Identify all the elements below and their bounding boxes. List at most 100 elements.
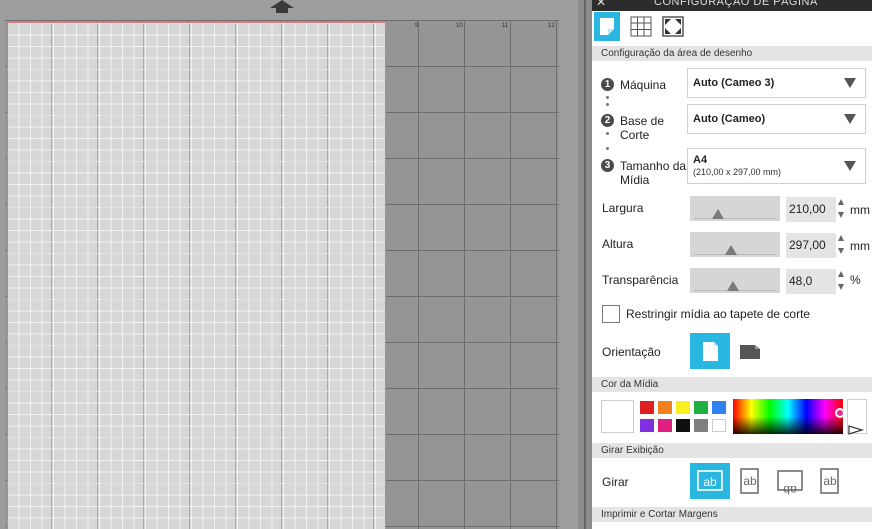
slider-track: [694, 218, 776, 219]
height-label: Altura: [602, 237, 634, 251]
slider-handle[interactable]: [727, 281, 739, 291]
section-rotate-view: Girar Exibição: [592, 443, 872, 458]
transparency-unit: %: [850, 273, 861, 287]
color-spectrum-picker[interactable]: [733, 399, 845, 434]
step-connector: [606, 96, 609, 99]
brightness-slider[interactable]: [847, 399, 867, 435]
rotate-270-button[interactable]: ab: [810, 463, 850, 499]
decrement-icon[interactable]: [838, 212, 844, 218]
restrict-media-checkbox[interactable]: [602, 305, 620, 323]
step-connector: [606, 132, 609, 135]
color-swatch[interactable]: [676, 401, 690, 414]
slider-handle[interactable]: [725, 245, 737, 255]
transparency-stepper[interactable]: [837, 269, 847, 294]
color-picker-handle[interactable]: [835, 408, 845, 418]
cutting-mat-label-line1: Base de: [620, 114, 665, 128]
height-unit: mm: [850, 239, 870, 253]
height-slider[interactable]: [690, 232, 780, 257]
tab-page-setup[interactable]: [594, 12, 620, 41]
svg-text:ab: ab: [783, 483, 797, 497]
width-slider[interactable]: [690, 196, 780, 221]
chevron-down-icon: [844, 78, 856, 88]
slider-handle[interactable]: [712, 209, 724, 219]
rotate-90-button[interactable]: ab: [730, 463, 770, 499]
width-label: Largura: [602, 201, 644, 215]
section-print-cut-margins: Imprimir e Cortar Margens: [592, 507, 872, 522]
rotate-180-button[interactable]: ab: [770, 463, 810, 499]
cutting-mat-label-line2: Corte: [620, 128, 650, 142]
color-swatch[interactable]: [658, 401, 672, 414]
media-page[interactable]: [7, 22, 386, 529]
panel-splitter[interactable]: [578, 0, 592, 529]
color-swatch[interactable]: [640, 401, 654, 414]
landscape-page-icon: [740, 345, 760, 359]
panel-header: ✕ CONFIGURAÇÃO DE PÁGINA: [592, 0, 872, 11]
machine-value: Auto (Cameo 3): [693, 77, 775, 89]
increment-icon[interactable]: [838, 235, 844, 241]
increment-icon[interactable]: [838, 271, 844, 277]
step-connector: [606, 147, 609, 150]
height-input[interactable]: 297,00: [786, 233, 836, 258]
step-connector: [606, 103, 609, 106]
media-size-dropdown[interactable]: A4 (210,00 x 297,00 mm): [687, 148, 866, 184]
ruler-tick: 12: [548, 23, 555, 29]
chevron-down-icon: [844, 114, 856, 124]
step-3-badge: 3: [601, 159, 614, 172]
transparency-label: Transparência: [602, 273, 679, 287]
ruler-tick: 10: [456, 23, 463, 29]
color-swatch[interactable]: [712, 401, 726, 414]
tab-grid[interactable]: [628, 12, 654, 41]
svg-text:ab: ab: [823, 474, 837, 488]
color-swatch[interactable]: [712, 419, 726, 432]
registration-icon: [662, 16, 684, 37]
height-stepper[interactable]: [837, 233, 847, 258]
svg-text:ab: ab: [743, 474, 757, 488]
page-setup-panel: ✕ CONFIGURAÇÃO DE PÁGINA Configuração da…: [592, 0, 872, 529]
color-swatch[interactable]: [658, 419, 672, 432]
orientation-landscape-button[interactable]: [730, 333, 770, 369]
rotate-180-icon: ab: [777, 470, 803, 497]
step-1-badge: 1: [601, 78, 614, 91]
rotate-0-button[interactable]: ab: [690, 463, 730, 499]
color-swatch[interactable]: [694, 419, 708, 432]
color-swatch[interactable]: [676, 419, 690, 432]
media-size-label-line2: Mídia: [620, 173, 650, 187]
portrait-page-icon: [703, 342, 718, 361]
decrement-icon[interactable]: [838, 248, 844, 254]
width-input[interactable]: 210,00: [786, 197, 836, 222]
media-size-label-line1: Tamanho da: [620, 159, 687, 173]
media-size-value: A4: [693, 154, 708, 166]
machine-dropdown[interactable]: Auto (Cameo 3): [687, 68, 866, 98]
current-media-color[interactable]: [601, 400, 634, 433]
tab-registration[interactable]: [660, 12, 686, 41]
width-stepper[interactable]: [837, 197, 847, 222]
decrement-icon[interactable]: [838, 284, 844, 290]
page-icon: [600, 18, 614, 35]
feed-arrow-icon[interactable]: [270, 0, 294, 13]
step-2-badge: 2: [601, 114, 614, 127]
section-drawing-area: Configuração da área de desenho: [592, 46, 872, 61]
close-icon[interactable]: ✕: [596, 0, 606, 8]
triangle-pointer-icon: [848, 425, 865, 435]
svg-text:ab: ab: [703, 475, 717, 489]
chevron-down-icon: [844, 161, 856, 171]
rotate-0-icon: ab: [697, 470, 723, 491]
rotate-270-icon: ab: [820, 468, 839, 494]
rotate-90-icon: ab: [740, 468, 759, 494]
transparency-input[interactable]: 48,0: [786, 269, 836, 294]
color-swatch[interactable]: [694, 401, 708, 414]
ruler-tick: 11: [502, 23, 509, 29]
grid-icon: [630, 16, 652, 37]
cutting-mat-value: Auto (Cameo): [693, 113, 766, 125]
media-size-dimensions: (210,00 x 297,00 mm): [693, 167, 782, 177]
panel-title: CONFIGURAÇÃO DE PÁGINA: [654, 0, 818, 8]
orientation-portrait-button[interactable]: [690, 333, 730, 369]
color-swatch[interactable]: [640, 419, 654, 432]
rotate-label: Girar: [602, 475, 629, 489]
increment-icon[interactable]: [838, 199, 844, 205]
transparency-slider[interactable]: [690, 268, 780, 293]
design-canvas[interactable]: 9 10 11 12: [0, 0, 578, 529]
width-unit: mm: [850, 203, 870, 217]
cutting-mat-dropdown[interactable]: Auto (Cameo): [687, 104, 866, 134]
orientation-label: Orientação: [602, 345, 661, 359]
